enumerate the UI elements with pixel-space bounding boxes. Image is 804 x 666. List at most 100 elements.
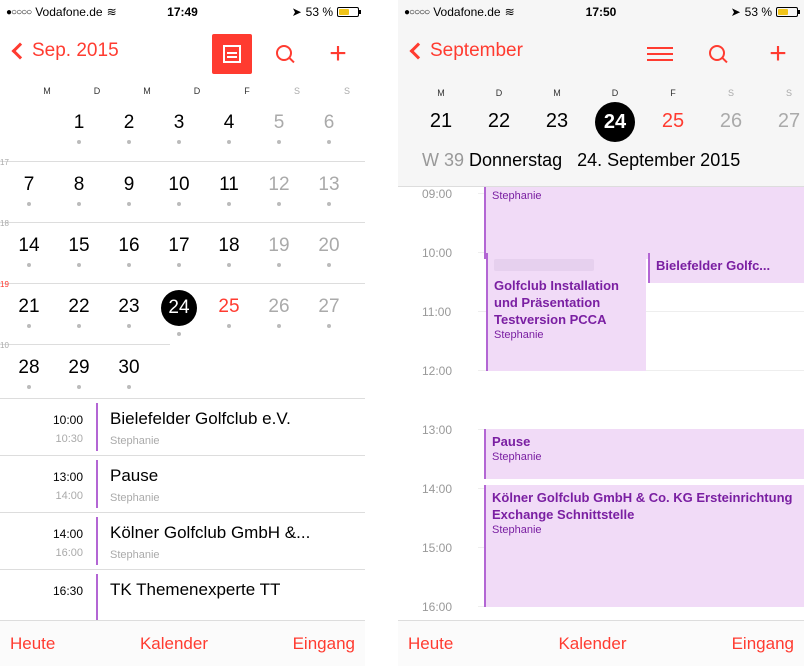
hour-label: 13:00: [422, 423, 453, 437]
weekday-name: Donnerstag: [469, 150, 563, 170]
list-view-toggle-button[interactable]: [212, 34, 252, 74]
day-cell[interactable]: 1: [61, 112, 97, 144]
strip-day[interactable]: 22: [479, 110, 519, 133]
day-cell[interactable]: 7: [11, 174, 47, 206]
day-cell[interactable]: 29: [61, 357, 97, 389]
day-cell[interactable]: 25: [211, 296, 247, 328]
calendar-color-bar: [96, 460, 98, 508]
day-cell[interactable]: 18: [211, 235, 247, 267]
day-number: 28: [18, 357, 40, 378]
day-cell[interactable]: 12: [261, 174, 297, 206]
day-cell[interactable]: 9: [111, 174, 147, 206]
carrier-label: Vodafone.de: [433, 5, 501, 19]
location-icon: ➤: [291, 5, 302, 19]
calendar-color-bar: [96, 403, 98, 451]
day-cell[interactable]: 26: [261, 296, 297, 328]
event-block[interactable]: Kölner Golfclub GmbH & Co. KG Ersteinric…: [484, 485, 804, 607]
weekday-label: D: [611, 88, 619, 98]
event-list-item[interactable]: 10:00 10:30 Bielefelder Golfclub e.V. Steph…: [0, 398, 365, 455]
add-event-button[interactable]: +: [318, 34, 358, 74]
day-cell[interactable]: 23: [111, 296, 147, 328]
event-title: Pause: [110, 466, 159, 485]
weekday-label: F: [670, 88, 676, 98]
event-title: Golfclub Installation und Präsentation T…: [494, 278, 619, 327]
event-indicator-dot: [27, 385, 31, 389]
signal-icon: ●○○○○: [6, 6, 32, 18]
strip-day[interactable]: 27: [769, 110, 804, 133]
event-list-item[interactable]: 14:00 16:00 Kölner Golfclub GmbH &... Steph…: [0, 512, 365, 569]
day-number: 8: [73, 174, 85, 195]
day-cell[interactable]: 21: [11, 296, 47, 328]
add-event-button[interactable]: +: [758, 34, 798, 74]
day-cell[interactable]: 24: [161, 290, 197, 336]
day-cell[interactable]: 13: [311, 174, 347, 206]
today-button[interactable]: Heute: [10, 634, 55, 654]
tab-bar: Heute Kalender Eingang: [0, 620, 365, 666]
event-block[interactable]: Pause Stephanie: [484, 429, 804, 479]
event-indicator-dot: [177, 202, 181, 206]
week-number: 17: [0, 158, 9, 167]
strip-day[interactable]: 26: [711, 110, 751, 133]
day-number: 30: [118, 357, 140, 378]
inbox-button[interactable]: Eingang: [732, 634, 794, 654]
event-list-item[interactable]: 13:00 14:00 Pause Stephanie: [0, 455, 365, 512]
day-cell[interactable]: 27: [311, 296, 347, 328]
day-cell[interactable]: 4: [211, 112, 247, 144]
event-start-time: 16:30: [52, 584, 83, 598]
status-bar: ●○○○○ Vodafone.de ≋ 17:50 ➤ 53 %: [398, 0, 804, 24]
day-cell[interactable]: 16: [111, 235, 147, 267]
event-indicator-dot: [227, 140, 231, 144]
day-cell[interactable]: 3: [161, 112, 197, 144]
day-cell[interactable]: 10: [161, 174, 197, 206]
battery-label: 53 %: [744, 5, 772, 19]
day-cell[interactable]: 8: [61, 174, 97, 206]
selected-date-line: W 39 Donnerstag 24. September 2015: [422, 150, 740, 171]
strip-day[interactable]: 23: [537, 110, 577, 133]
day-cell[interactable]: 2: [111, 112, 147, 144]
event-indicator-dot: [327, 324, 331, 328]
event-indicator-dot: [127, 263, 131, 267]
event-indicator-dot: [277, 324, 281, 328]
event-indicator-dot: [227, 263, 231, 267]
event-block[interactable]: Golfclub Installation und Präsentation T…: [486, 253, 646, 371]
day-cell[interactable]: 28: [11, 357, 47, 389]
event-indicator-dot: [77, 202, 81, 206]
back-label: Sep. 2015: [32, 40, 119, 61]
strip-day[interactable]: 21: [421, 110, 461, 133]
day-cell[interactable]: 22: [61, 296, 97, 328]
event-block[interactable]: Stephanie: [484, 187, 804, 259]
search-button[interactable]: [265, 34, 305, 74]
calendar-color-bar: [96, 574, 98, 622]
event-list-item[interactable]: 16:30 TK Themenexperte TT: [0, 569, 365, 626]
calendars-button[interactable]: Kalender: [558, 634, 626, 654]
plus-icon: +: [769, 37, 787, 70]
calendars-button[interactable]: Kalender: [140, 634, 208, 654]
today-button[interactable]: Heute: [408, 634, 453, 654]
event-block[interactable]: Bielefelder Golfc...: [648, 253, 804, 283]
day-cell[interactable]: 6: [311, 112, 347, 144]
search-button[interactable]: [698, 34, 738, 74]
day-cell[interactable]: 5: [261, 112, 297, 144]
hour-label: 10:00: [422, 246, 453, 260]
back-to-year-button[interactable]: Sep. 2015: [10, 40, 119, 62]
day-number: 20: [318, 235, 340, 256]
day-number: 3: [173, 112, 185, 133]
weekday-label: M: [143, 86, 151, 96]
list-view-toggle-button[interactable]: [640, 34, 680, 74]
day-cell[interactable]: 20: [311, 235, 347, 267]
inbox-button[interactable]: Eingang: [293, 634, 355, 654]
selected-day[interactable]: 24: [595, 102, 635, 142]
day-cell[interactable]: 11: [211, 174, 247, 206]
weekday-label: S: [727, 88, 734, 98]
back-to-month-button[interactable]: September: [408, 40, 523, 62]
strip-day[interactable]: 25: [653, 110, 693, 133]
day-cell[interactable]: 14: [11, 235, 47, 267]
day-number: 11: [219, 174, 239, 195]
day-cell[interactable]: 17: [161, 235, 197, 267]
weekday-label: M: [553, 88, 561, 98]
event-indicator-dot: [327, 263, 331, 267]
event-start-time: 14:00: [52, 527, 83, 541]
day-cell[interactable]: 15: [61, 235, 97, 267]
day-cell[interactable]: 30: [111, 357, 147, 389]
day-cell[interactable]: 19: [261, 235, 297, 267]
